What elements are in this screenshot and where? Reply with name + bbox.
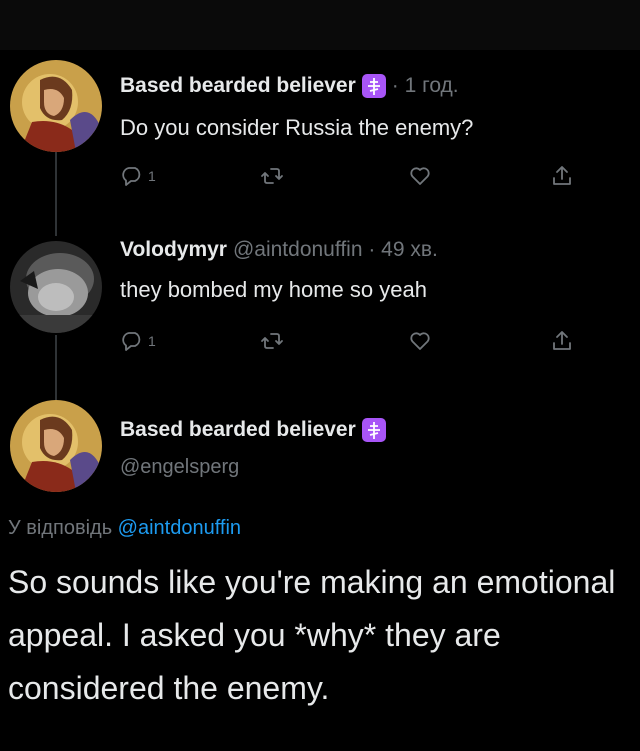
author-name[interactable]: Volodymyr bbox=[120, 238, 227, 262]
tweet-text: Do you consider Russia the enemy? bbox=[120, 115, 474, 140]
replying-to-label: У відповідь bbox=[8, 517, 118, 539]
like-button[interactable] bbox=[408, 162, 432, 190]
reply-icon bbox=[122, 167, 141, 186]
share-icon bbox=[553, 331, 571, 350]
tweet-text: So sounds like you're making an emotiona… bbox=[8, 564, 616, 706]
reply-icon bbox=[122, 332, 141, 351]
avatar[interactable] bbox=[10, 60, 102, 152]
icon-portrait-image bbox=[10, 241, 102, 333]
replying-to: У відповідь @aintdonuffin bbox=[8, 517, 241, 540]
like-icon bbox=[410, 332, 430, 350]
replying-to-handle[interactable]: @aintdonuffin bbox=[118, 517, 241, 539]
reply-button[interactable]: 1 bbox=[120, 162, 156, 190]
retweet-button[interactable] bbox=[260, 162, 284, 190]
tweet-header: Based bearded believer bbox=[120, 418, 386, 442]
retweet-icon bbox=[261, 333, 283, 349]
reply-count: 1 bbox=[148, 168, 156, 184]
tweet-meta[interactable]: @aintdonuffin · 49 хв. bbox=[233, 238, 438, 262]
tweet-actions: 1 bbox=[120, 327, 590, 355]
retweet-icon bbox=[261, 168, 283, 184]
avatar[interactable] bbox=[10, 400, 102, 492]
focused-tweet: Based bearded believer @engelsperg У від… bbox=[0, 390, 640, 751]
tweet-meta[interactable]: · 1 год. bbox=[392, 74, 459, 98]
share-button[interactable] bbox=[550, 327, 574, 355]
tweet-header: Volodymyr @aintdonuffin · 49 хв. bbox=[120, 238, 438, 262]
author-name[interactable]: Based bearded believer bbox=[120, 418, 356, 442]
icon-portrait-image bbox=[10, 400, 102, 492]
icon-portrait-image bbox=[10, 60, 102, 152]
tweet-text: they bombed my home so yeah bbox=[120, 277, 427, 302]
retweet-button[interactable] bbox=[260, 327, 284, 355]
tweet-actions: 1 bbox=[120, 162, 590, 190]
tweet[interactable]: Based bearded believer · 1 год. Do you c… bbox=[0, 0, 640, 210]
orthodox-cross-icon bbox=[361, 74, 386, 98]
tweet-header: Based bearded believer · 1 год. bbox=[120, 74, 459, 98]
author-name[interactable]: Based bearded believer bbox=[120, 74, 356, 98]
author-handle[interactable]: @engelsperg bbox=[120, 456, 239, 479]
reply-count: 1 bbox=[148, 333, 156, 349]
share-icon bbox=[553, 166, 571, 185]
tweet[interactable]: Volodymyr @aintdonuffin · 49 хв. they bo… bbox=[0, 210, 640, 390]
like-icon bbox=[410, 167, 430, 185]
share-button[interactable] bbox=[550, 162, 574, 190]
like-button[interactable] bbox=[408, 327, 432, 355]
avatar[interactable] bbox=[10, 241, 102, 333]
orthodox-cross-icon bbox=[361, 418, 386, 442]
reply-button[interactable]: 1 bbox=[120, 327, 156, 355]
